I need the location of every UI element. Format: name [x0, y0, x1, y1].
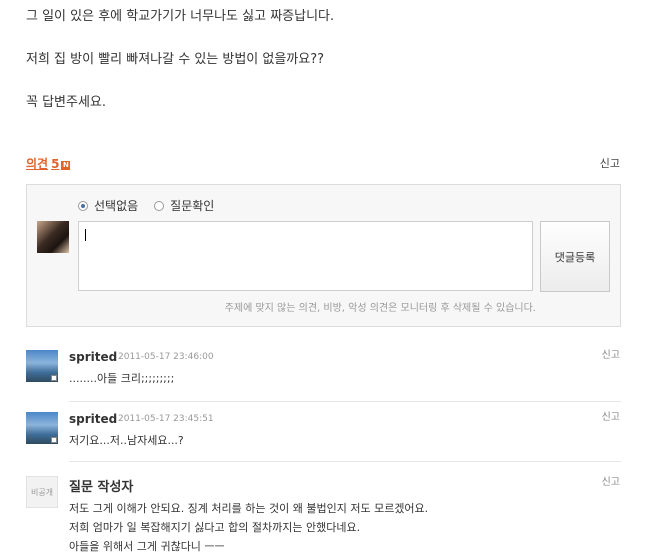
- question-paragraph-2: 저희 집 방이 빨리 빠져나갈 수 있는 방법이 없을까요??: [26, 52, 325, 67]
- comments-count: 5: [51, 157, 60, 171]
- comment-date: 2011-05-17 23:45:51: [118, 414, 214, 424]
- question-paragraph-1: 그 일이 있은 후에 학교가기가 너무나도 싫고 짜증납니다.: [26, 9, 335, 24]
- radio-icon-confirm[interactable]: [154, 200, 165, 211]
- comments-label: 의견: [26, 157, 49, 171]
- comment-text: 저기요...저..남자세요...?: [69, 434, 184, 447]
- comment-report-link[interactable]: 신고: [602, 408, 620, 423]
- comments-header[interactable]: 의견 5 N: [26, 155, 71, 172]
- comment-author[interactable]: sprited: [69, 350, 117, 364]
- comment-divider: [69, 461, 621, 462]
- report-link[interactable]: 신고: [600, 155, 620, 171]
- comment-divider: [69, 401, 621, 402]
- visibility-radio-group: 선택없음 질문확인: [78, 197, 230, 214]
- comment-author[interactable]: sprited: [69, 412, 117, 426]
- comment-line: 저도 그게 이해가 안되요. 징계 처리를 하는 것이 왜 불법인지 저도 모르…: [69, 502, 429, 515]
- radio-label-none[interactable]: 선택없음: [94, 197, 138, 214]
- radio-icon-none[interactable]: [78, 200, 88, 211]
- comment-author: 질문 작성자: [69, 480, 134, 495]
- comment-line: 아들을 위해서 그게 귀찮다니 ㅡㅡ: [69, 540, 225, 553]
- question-paragraph-3: 꼭 답변주세요.: [26, 95, 107, 110]
- comment-line: 저희 엄마가 일 복잡해지기 싫다고 합의 절차까지는 안했다네요.: [69, 521, 361, 534]
- comment-report-link[interactable]: 신고: [602, 473, 620, 488]
- comment-text: ........아들 크리;;;;;;;;;: [69, 372, 175, 385]
- comment-date: 2011-05-17 23:46:00: [118, 352, 214, 362]
- comment-write-box: 선택없음 질문확인 댓글등록 주제에 맞지 않는 의견, 비방, 악성 의견은 …: [26, 184, 621, 327]
- radio-label-confirm[interactable]: 질문확인: [170, 197, 214, 214]
- my-avatar: [37, 221, 69, 253]
- comment-input[interactable]: [78, 221, 533, 291]
- new-badge-icon: N: [61, 161, 71, 170]
- submit-comment-button[interactable]: 댓글등록: [540, 221, 610, 292]
- comment-text: 저도 그게 이해가 안되요. 징계 처리를 하는 것이 왜 불법인지 저도 모르…: [69, 499, 428, 556]
- text-caret: [85, 229, 86, 241]
- private-avatar: 비공개: [26, 476, 58, 508]
- avatar[interactable]: [26, 412, 58, 444]
- avatar[interactable]: [26, 350, 58, 382]
- moderation-notice: 주제에 맞지 않는 의견, 비방, 악성 의견은 모니터링 후 삭제될 수 있습…: [224, 303, 536, 314]
- comment-report-link[interactable]: 신고: [602, 346, 620, 361]
